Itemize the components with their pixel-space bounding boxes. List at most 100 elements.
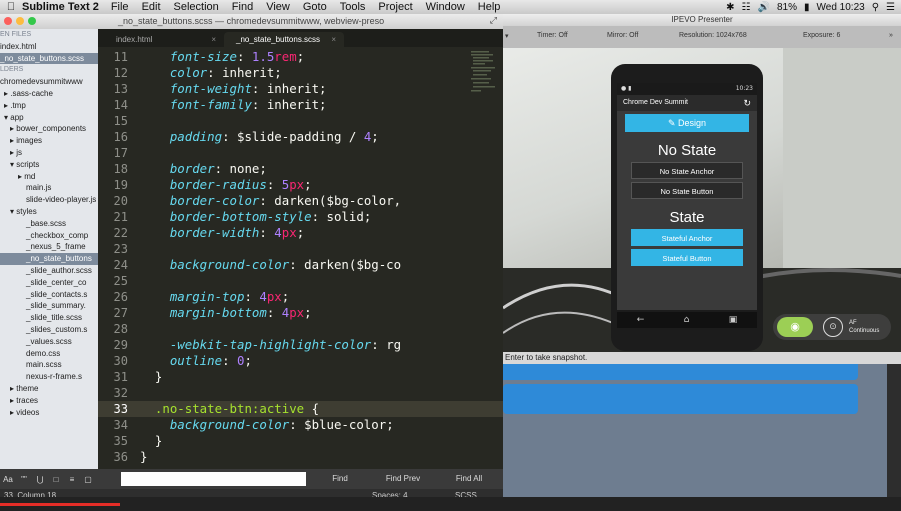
sidebar-item[interactable]: ▾ scripts (0, 159, 98, 171)
sidebar-item[interactable]: EN FILES (0, 29, 98, 41)
sidebar-item[interactable]: demo.css (0, 348, 98, 360)
line-number: 30 (113, 354, 128, 368)
ipevo-toolbar: ▾ Timer: Off Mirror: Off Resolution: 102… (503, 26, 901, 48)
wifi-icon[interactable]: ☷ (742, 2, 751, 13)
sidebar-item[interactable]: _slide_center_co (0, 277, 98, 289)
sidebar-item[interactable]: index.html (0, 41, 98, 53)
sidebar-item[interactable]: ▸ md (0, 171, 98, 183)
video-progress-bar[interactable] (0, 503, 120, 506)
sidebar-item[interactable]: ▾ styles (0, 206, 98, 218)
zoom-window-button[interactable] (28, 17, 36, 25)
sidebar-item[interactable]: main.scss (0, 359, 98, 371)
autofocus-icon[interactable]: ⊙ (823, 317, 843, 337)
toolbar-arrow-icon[interactable]: ▾ (505, 32, 509, 40)
sidebar-item[interactable]: _values.scss (0, 336, 98, 348)
sidebar-item[interactable]: ▸ videos (0, 407, 98, 419)
sidebar-item[interactable]: LDERS (0, 64, 98, 76)
notification-center-icon[interactable]: ☰ (886, 2, 895, 13)
sidebar-item[interactable]: _checkbox_comp (0, 230, 98, 242)
sidebar-item[interactable]: _base.scss (0, 218, 98, 230)
mirror-dropdown[interactable]: Mirror: Off (607, 32, 638, 39)
sidebar-item[interactable]: _slide_author.scss (0, 265, 98, 277)
phone-screen: ● ▮ 10:23 Chrome Dev Summit ↻ ✎ Design No… (617, 83, 757, 310)
sidebar-item[interactable]: ▸ .sass-cache (0, 88, 98, 100)
sidebar-item[interactable]: ▸ theme (0, 383, 98, 395)
sidebar-item[interactable]: _nexus_5_frame (0, 241, 98, 253)
sidebar-item[interactable]: ▸ traces (0, 395, 98, 407)
snapshot-button[interactable]: ◉ (777, 317, 813, 337)
no-state-anchor[interactable]: No State Anchor (631, 162, 743, 179)
no-state-button[interactable]: No State Button (631, 182, 743, 199)
bluetooth-icon[interactable]: ✱ (726, 2, 734, 13)
sidebar-item[interactable]: slide-video-player.js (0, 194, 98, 206)
sidebar-item[interactable]: _slide_summary. (0, 300, 98, 312)
expand-icon[interactable]: » (889, 32, 893, 39)
sidebar-item[interactable]: ▸ bower_components (0, 123, 98, 135)
sidebar-item[interactable]: _no_state_buttons (0, 253, 98, 265)
tab-index-html[interactable]: index.html × (104, 32, 224, 47)
indentation-setting[interactable]: Spaces: 4 (372, 489, 408, 497)
apple-icon[interactable]:  (0, 1, 22, 13)
capture-controls: ◉ ⊙ AF Continuous (773, 314, 891, 340)
tab-bar: index.html × _no_state_buttons.scss × (98, 29, 503, 47)
stateful-anchor[interactable]: Stateful Anchor (631, 229, 743, 246)
exposure-dropdown[interactable]: Exposure: 6 (803, 32, 840, 39)
find-prev-button[interactable]: Find Prev (372, 469, 434, 489)
wrap-toggle[interactable]: □ (48, 475, 64, 484)
sidebar-item[interactable]: main.js (0, 182, 98, 194)
syntax-setting[interactable]: SCSS (455, 489, 477, 497)
menu-project[interactable]: Project (378, 1, 412, 13)
regex-toggle[interactable]: ⋃ (32, 475, 48, 484)
sidebar-item[interactable]: ▸ js (0, 147, 98, 159)
spotlight-icon[interactable]: ⚲ (872, 2, 879, 13)
menu-window[interactable]: Window (426, 1, 465, 13)
close-tab-icon[interactable]: × (211, 32, 216, 47)
back-icon[interactable]: ← (637, 315, 645, 325)
close-window-button[interactable] (4, 17, 12, 25)
design-tab[interactable]: ✎ Design (625, 114, 749, 132)
resolution-dropdown[interactable]: Resolution: 1024x768 (679, 32, 747, 39)
sidebar-item[interactable]: ▸ images (0, 135, 98, 147)
menu-edit[interactable]: Edit (142, 1, 161, 13)
recents-icon[interactable]: ▣ (729, 315, 738, 325)
sidebar-item[interactable]: chromedevsummitwww (0, 76, 98, 88)
highlight-matches-toggle[interactable]: ▢ (80, 475, 96, 484)
menu-find[interactable]: Find (232, 1, 253, 13)
minimize-window-button[interactable] (16, 17, 24, 25)
whole-word-toggle[interactable]: "" (16, 475, 32, 484)
battery-percent[interactable]: 81% (777, 2, 797, 13)
autofocus-mode[interactable]: AF Continuous (849, 319, 879, 335)
menu-selection[interactable]: Selection (174, 1, 219, 13)
volume-icon[interactable]: 🔊 (758, 2, 770, 13)
timer-dropdown[interactable]: Timer: Off (537, 32, 568, 39)
sidebar-item[interactable]: nexus-r-frame.s (0, 371, 98, 383)
menu-tools[interactable]: Tools (340, 1, 366, 13)
code-editor[interactable]: 11 12 13 14 15 16 17 18 19 20 21 22 23 24 25 26 27 28 29 30… (98, 47, 503, 469)
menu-help[interactable]: Help (478, 1, 501, 13)
menu-file[interactable]: File (111, 1, 129, 13)
sidebar-item[interactable]: _slide_title.scss (0, 312, 98, 324)
home-icon[interactable]: ⌂ (684, 315, 690, 325)
close-tab-icon[interactable]: × (331, 32, 336, 47)
find-button[interactable]: Find (312, 469, 368, 489)
code-lines[interactable]: font-size: 1.5rem; color: inherit; font-… (140, 49, 503, 465)
sidebar-item[interactable]: _slides_custom.s (0, 324, 98, 336)
minimap[interactable] (467, 49, 501, 95)
sidebar-item[interactable]: _slide_contacts.s (0, 289, 98, 301)
scrollbar[interactable] (887, 364, 901, 497)
clock[interactable]: Wed 10:23 (817, 2, 865, 13)
app-menu[interactable]: Sublime Text 2 (22, 1, 99, 13)
case-sensitive-toggle[interactable]: Aa (0, 475, 16, 484)
refresh-icon[interactable]: ↻ (743, 95, 751, 111)
tab-no-state-buttons[interactable]: _no_state_buttons.scss × (224, 32, 344, 47)
stateful-button[interactable]: Stateful Button (631, 249, 743, 266)
menu-goto[interactable]: Goto (303, 1, 327, 13)
menu-view[interactable]: View (266, 1, 290, 13)
sidebar-item[interactable]: _no_state_buttons.scss (0, 52, 98, 65)
fullscreen-icon[interactable]: ⤢ (490, 15, 497, 26)
find-all-button[interactable]: Find All (438, 469, 500, 489)
sidebar-item[interactable]: ▸ .tmp (0, 100, 98, 112)
in-selection-toggle[interactable]: ≡ (64, 475, 80, 484)
sidebar-item[interactable]: ▾ app (0, 112, 98, 124)
find-input[interactable] (121, 472, 306, 486)
